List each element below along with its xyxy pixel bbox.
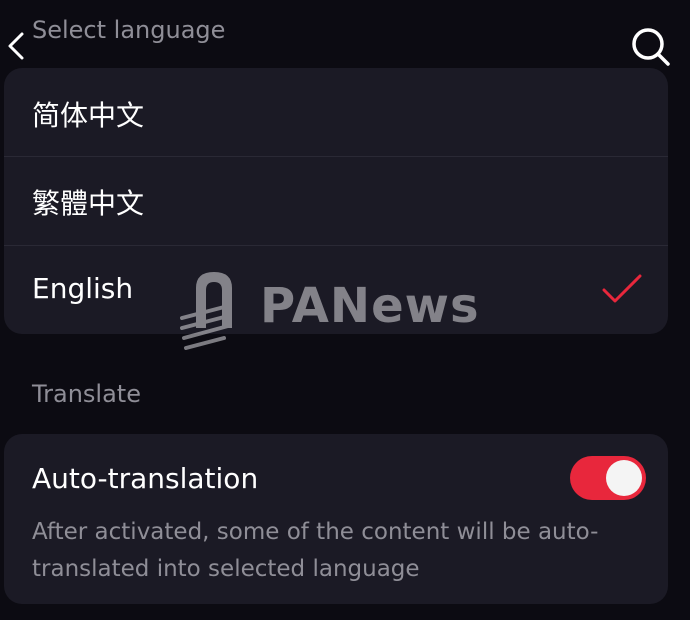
search-icon <box>632 28 670 66</box>
back-button[interactable] <box>4 30 28 62</box>
auto-translation-label: Auto-translation <box>32 462 259 495</box>
language-label: English <box>32 272 134 305</box>
auto-translation-toggle[interactable] <box>570 456 646 500</box>
toggle-knob <box>606 460 642 496</box>
auto-translation-description: After activated, some of the content wil… <box>32 519 599 582</box>
language-item-traditional-chinese[interactable]: 繁體中文 <box>4 156 668 244</box>
language-list: 简体中文 繁體中文 English <box>4 68 668 334</box>
language-item-english[interactable]: English <box>4 246 668 334</box>
language-label: 简体中文 <box>32 99 145 132</box>
search-button[interactable] <box>628 24 672 68</box>
section-label-translate: Translate <box>32 380 141 408</box>
translate-card: Auto-translation After activated, some o… <box>4 434 668 604</box>
page-title: Select language <box>32 16 226 44</box>
checkmark-icon <box>602 274 642 303</box>
language-label: 繁體中文 <box>32 187 145 220</box>
chevron-left-icon <box>8 32 24 60</box>
language-item-simplified-chinese[interactable]: 简体中文 <box>4 68 668 156</box>
